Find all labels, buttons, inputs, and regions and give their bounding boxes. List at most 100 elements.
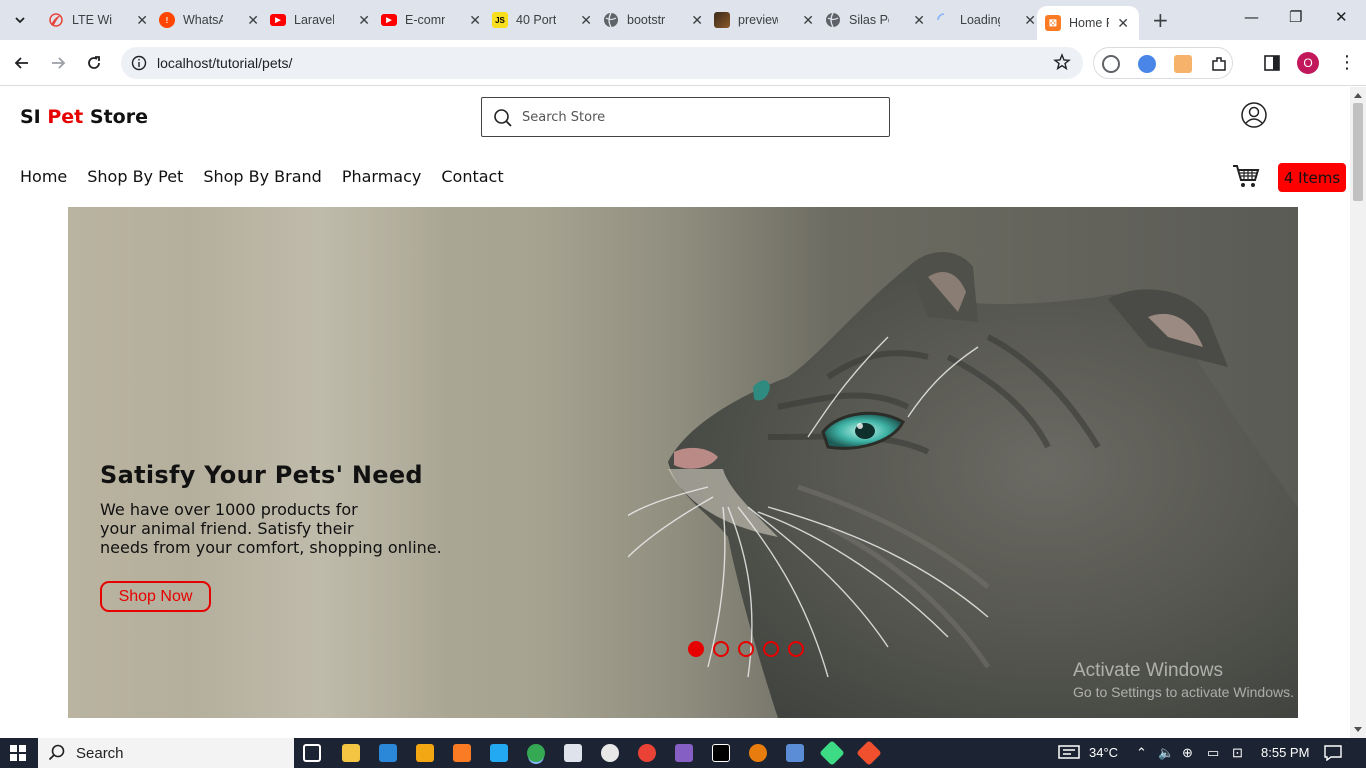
activate-windows-watermark: Activate Windows Go to Settings to activ… (1073, 660, 1294, 700)
carousel-indicators (688, 641, 804, 657)
close-icon[interactable]: ✕ (136, 12, 148, 29)
youtube-icon: ▶ (381, 14, 397, 26)
nav-shop-by-pet[interactable]: Shop By Pet (87, 167, 183, 186)
hero-line: needs from your comfort, shopping online… (100, 538, 442, 557)
puzzle-icon[interactable] (1210, 55, 1228, 73)
weather-icon[interactable] (1058, 744, 1080, 763)
taskbar-search-label: Search (76, 744, 124, 762)
globe-icon[interactable]: ⊕ (1182, 745, 1193, 761)
reload-button[interactable] (83, 52, 105, 74)
nav-home[interactable]: Home (20, 167, 67, 186)
close-icon[interactable]: ✕ (358, 12, 370, 29)
search-input[interactable] (522, 106, 872, 128)
chrome-icon[interactable] (527, 744, 545, 762)
address-bar[interactable]: localhost/tutorial/pets/ (121, 47, 1083, 79)
tab-4[interactable]: JS 40 Port ✕ (492, 8, 602, 32)
profile-avatar[interactable]: O (1297, 52, 1319, 74)
nav-shop-by-brand[interactable]: Shop By Brand (203, 167, 322, 186)
arrow-right-icon (52, 57, 66, 69)
volume-icon[interactable]: 🔈 (1158, 745, 1174, 761)
android-studio-icon[interactable] (819, 740, 845, 766)
mail-icon[interactable] (379, 744, 397, 762)
tab-search-button[interactable] (6, 6, 34, 34)
carousel-dot[interactable] (738, 641, 754, 657)
close-icon[interactable]: ✕ (1117, 15, 1129, 32)
carousel-dot[interactable] (763, 641, 779, 657)
scroll-down-arrow-icon[interactable] (1354, 727, 1362, 732)
new-tab-button[interactable]: + (1152, 10, 1169, 30)
close-icon[interactable]: ✕ (469, 12, 481, 29)
restore-button[interactable]: ❐ (1289, 8, 1302, 26)
tab-title: Silas Po (849, 13, 889, 27)
visual-studio-icon[interactable] (675, 744, 693, 762)
clock[interactable]: 8:55 PM (1261, 745, 1309, 760)
bookmark-star-icon[interactable] (1053, 53, 1071, 75)
scroll-up-arrow-icon[interactable] (1354, 93, 1362, 98)
cube-app-icon[interactable] (564, 744, 582, 762)
tab-1[interactable]: ! WhatsA ✕ (159, 8, 269, 32)
back-button[interactable] (11, 52, 33, 74)
carousel-dot[interactable] (713, 641, 729, 657)
chevron-up-icon[interactable]: ⌃ (1136, 745, 1147, 761)
tab-3[interactable]: ▶ E-comn ✕ (381, 8, 491, 32)
git-icon[interactable] (856, 740, 882, 766)
kebab-menu-icon[interactable]: ⋮ (1338, 52, 1356, 73)
xampp-icon[interactable] (453, 744, 471, 762)
close-icon[interactable]: ✕ (691, 12, 703, 29)
shop-now-button[interactable]: Shop Now (100, 581, 211, 612)
grammar-extension-icon[interactable] (1102, 55, 1120, 73)
carousel-dot[interactable] (688, 641, 704, 657)
site-info-icon[interactable] (131, 55, 147, 75)
tab-0[interactable]: LTE Wi ✕ (48, 8, 158, 32)
tab-title: Laravel (294, 13, 334, 27)
nav-pharmacy[interactable]: Pharmacy (342, 167, 422, 186)
tab-5[interactable]: bootstr ✕ (603, 8, 713, 32)
windows-start-icon[interactable] (10, 745, 26, 765)
close-icon[interactable]: ✕ (247, 12, 259, 29)
shopping-cart-icon[interactable] (1232, 163, 1260, 193)
close-icon[interactable]: ✕ (802, 12, 814, 29)
close-icon[interactable]: ✕ (913, 12, 925, 29)
side-panel-icon[interactable] (1263, 54, 1281, 76)
opera-icon[interactable] (601, 744, 619, 762)
forward-button[interactable] (47, 52, 69, 74)
window-close-button[interactable]: ✕ (1335, 8, 1348, 26)
store-icon[interactable] (416, 744, 434, 762)
close-icon[interactable]: ✕ (1024, 12, 1036, 29)
taskbar-search[interactable]: Search (38, 738, 294, 768)
tab-2[interactable]: ▶ Laravel ✕ (270, 8, 380, 32)
tab-title: Home P (1069, 16, 1109, 30)
search-icon[interactable] (493, 108, 513, 132)
search-icon (48, 744, 65, 761)
hero-line: your animal friend. Satisfy their (100, 519, 354, 538)
scrollbar-thumb[interactable] (1353, 103, 1363, 201)
intellij-icon[interactable] (712, 744, 730, 762)
tab-active[interactable]: ⊠ Home P ✕ (1037, 6, 1139, 40)
account-icon[interactable] (1241, 102, 1267, 132)
network-app-icon[interactable] (786, 744, 804, 762)
translate-extension-icon[interactable] (1138, 55, 1156, 73)
tab-favicon-icon (48, 12, 64, 28)
minimize-button[interactable]: — (1244, 8, 1259, 26)
carousel-dot[interactable] (788, 641, 804, 657)
battery-icon[interactable]: ▭ (1207, 745, 1219, 761)
close-icon[interactable]: ✕ (580, 12, 592, 29)
temperature[interactable]: 34°C (1089, 745, 1118, 760)
task-view-icon[interactable] (303, 744, 321, 762)
extension-icon[interactable] (1174, 55, 1192, 73)
javascript-icon: JS (492, 12, 508, 28)
globe-icon (825, 12, 841, 28)
network-icon[interactable]: ⊡ (1232, 745, 1243, 761)
page-scrollbar[interactable] (1350, 87, 1366, 738)
tab-8[interactable]: Loading ✕ (936, 8, 1046, 32)
tab-6[interactable]: preview ✕ (714, 8, 824, 32)
notification-icon[interactable] (1324, 745, 1342, 764)
vscode-icon[interactable] (490, 744, 508, 762)
file-explorer-icon[interactable] (342, 744, 360, 762)
tab-7[interactable]: Silas Po ✕ (825, 8, 935, 32)
nav-contact[interactable]: Contact (441, 167, 503, 186)
chrome-canary-icon[interactable] (638, 744, 656, 762)
cart-count-badge[interactable]: 4 Items (1278, 163, 1346, 192)
site-logo[interactable]: SI Pet Store (20, 106, 148, 128)
blender-icon[interactable] (749, 744, 767, 762)
